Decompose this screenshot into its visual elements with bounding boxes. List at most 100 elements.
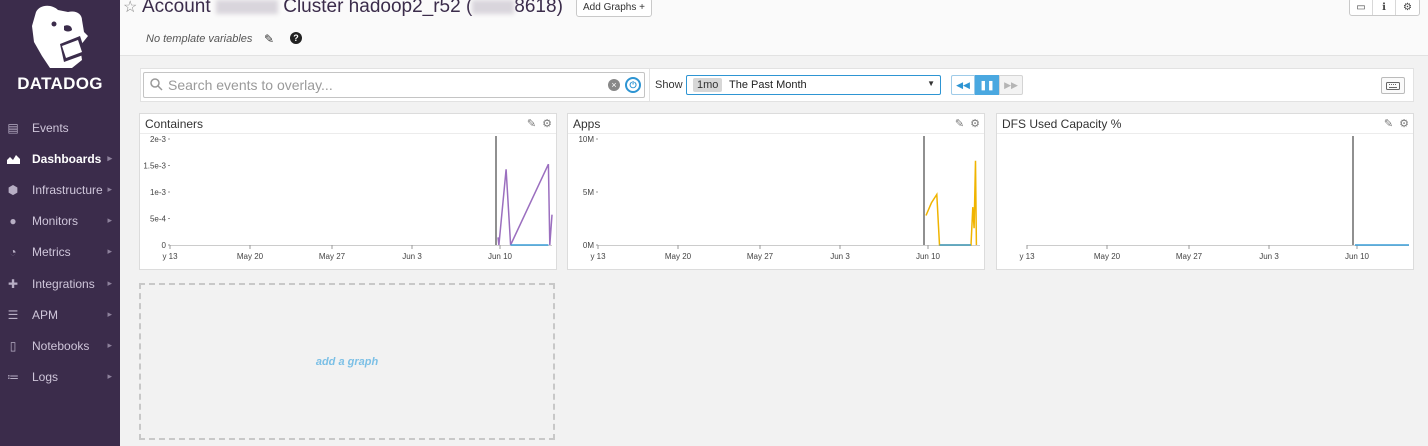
sidebar-item-label: Infrastructure: [32, 182, 103, 197]
x-tick-label: Jun 3: [830, 252, 850, 261]
power-icon[interactable]: ⏻: [625, 77, 641, 93]
x-tick-label: y 13: [590, 252, 606, 261]
pencil-icon[interactable]: ✎: [264, 32, 274, 46]
x-tick-label: May 27: [1176, 252, 1203, 261]
chevron-right-icon: ▸: [107, 340, 112, 350]
widget-title: Apps: [573, 117, 601, 131]
timeframe-select[interactable]: 1mo The Past Month ▼: [686, 75, 941, 95]
playback-controls: ◀◀ ❚❚ ▶▶: [951, 75, 1023, 95]
x-tick-label: May 27: [747, 252, 774, 261]
x-tick-label: May 27: [319, 252, 346, 261]
chevron-right-icon: ▸: [107, 309, 112, 319]
series-line: [925, 160, 978, 246]
widget-title: DFS Used Capacity %: [1002, 117, 1122, 131]
y-tick-label: 5e-4: [150, 215, 167, 224]
puzzle-icon: ✚: [7, 276, 19, 291]
pencil-icon[interactable]: ✎: [527, 117, 536, 130]
sidebar-item-infrastructure[interactable]: ⬢ Infrastructure ▸: [0, 174, 120, 205]
header-button-group: ▭ ℹ ⚙: [1349, 0, 1420, 16]
help-icon[interactable]: ?: [290, 32, 302, 44]
redacted-text: [472, 0, 515, 14]
hexagon-nodes-icon: ⬢: [7, 182, 19, 197]
add-graph-label: add a graph: [315, 355, 379, 368]
sidebar-item-integrations[interactable]: ✚ Integrations ▸: [0, 268, 120, 299]
tv-mode-button[interactable]: ▭: [1350, 0, 1373, 15]
clear-icon[interactable]: ×: [608, 79, 620, 91]
monitor-icon: ▭: [1356, 1, 1366, 13]
title-suffix: 8618): [514, 0, 563, 17]
dashboard-header: ☆ Account Cluster hadoop2_r52 (8618) Add…: [120, 0, 1428, 56]
show-label: Show: [655, 79, 683, 91]
sidebar-item-metrics[interactable]: ◔ Metrics ▸: [0, 236, 120, 267]
star-icon[interactable]: ☆: [123, 0, 137, 17]
sidebar-item-label: Events: [32, 120, 69, 135]
redacted-text: [215, 0, 278, 14]
keyboard-shortcuts-button[interactable]: [1381, 77, 1405, 94]
alert-icon: ●: [9, 213, 17, 228]
settings-button[interactable]: ⚙: [1396, 0, 1419, 15]
chevron-right-icon: ▸: [107, 215, 112, 225]
logo-text: DATADOG: [17, 74, 103, 93]
sidebar-item-monitors[interactable]: ● Monitors ▸: [0, 205, 120, 236]
caret-down-icon: ▼: [927, 79, 935, 88]
y-tick-label: 5M: [583, 188, 594, 197]
chart-apps[interactable]: 10M 5M 0M y 13 May 20 May 27 Jun 3 Jun 10: [568, 133, 984, 269]
widget-title: Containers: [145, 117, 204, 131]
x-tick-label: May 20: [1094, 252, 1121, 261]
y-tick-label: 2e-3: [150, 135, 167, 144]
x-tick-label: Jun 10: [1345, 252, 1370, 261]
events-toolbar: × ⏻ Show 1mo The Past Month ▼ ◀◀ ❚❚ ▶▶: [140, 68, 1414, 102]
sidebar-item-events[interactable]: ▤ Events: [0, 112, 120, 143]
gear-icon: ⚙: [1403, 1, 1412, 13]
pause-icon: ❚❚: [979, 79, 995, 90]
search-icon: [150, 78, 163, 91]
x-tick-label: y 13: [1019, 252, 1035, 261]
datadog-logo[interactable]: DATADOG: [0, 0, 120, 100]
gauge-icon: ◔: [9, 244, 17, 259]
widget-containers[interactable]: Containers ✎ ⚙ 2e-3 1.5e-3 1e-3 5e-4 0 y 13 May…: [139, 113, 557, 270]
apm-icon: ☰: [7, 307, 19, 322]
gear-icon[interactable]: ⚙: [1399, 117, 1409, 130]
y-tick-label: 10M: [578, 135, 594, 144]
notebook-icon: ▯: [9, 338, 17, 353]
rewind-button[interactable]: ◀◀: [951, 75, 975, 95]
search-box: × ⏻: [143, 72, 645, 98]
list-icon: ▤: [7, 120, 19, 135]
sidebar: DATADOG ▤ Events Dashboards ▸ ⬢ Infrastr…: [0, 0, 120, 446]
y-tick-label: 0M: [583, 241, 594, 250]
info-icon: ℹ: [1382, 1, 1386, 13]
sidebar-item-logs[interactable]: ≔ Logs ▸: [0, 361, 120, 392]
sidebar-item-notebooks[interactable]: ▯ Notebooks ▸: [0, 330, 120, 361]
sidebar-item-dashboards[interactable]: Dashboards ▸: [0, 143, 120, 174]
add-graphs-button[interactable]: Add Graphs +: [576, 0, 652, 17]
sidebar-item-apm[interactable]: ☰ APM ▸: [0, 299, 120, 330]
chevron-right-icon: ▸: [107, 153, 112, 163]
pencil-icon[interactable]: ✎: [955, 117, 964, 130]
gear-icon[interactable]: ⚙: [542, 117, 552, 130]
gear-icon[interactable]: ⚙: [970, 117, 980, 130]
page-title[interactable]: Account Cluster hadoop2_r52 (8618): [142, 0, 563, 18]
x-tick-label: May 20: [237, 252, 264, 261]
title-middle: Cluster hadoop2_r52 (: [283, 0, 473, 17]
toolbar-divider: [649, 69, 650, 101]
info-button[interactable]: ℹ: [1373, 0, 1396, 15]
widget-apps[interactable]: Apps ✎ ⚙ 10M 5M 0M y 13 May 20 May 27 Jun 3 Jun …: [567, 113, 985, 270]
search-input[interactable]: [168, 75, 608, 95]
template-variables-text: No template variables: [146, 33, 253, 45]
pause-button[interactable]: ❚❚: [975, 75, 999, 95]
area-chart-icon: [0, 154, 26, 164]
y-tick-label: 0: [162, 241, 167, 250]
series-line: [497, 163, 553, 246]
forward-button[interactable]: ▶▶: [999, 75, 1023, 95]
y-tick-label: 1e-3: [150, 188, 167, 197]
chart-dfs-used-capacity[interactable]: y 13 May 20 May 27 Jun 3 Jun 10: [997, 133, 1413, 269]
widget-dfs-used-capacity[interactable]: DFS Used Capacity % ✎ ⚙ y 13 May 20 May 27 J…: [996, 113, 1414, 270]
timeframe-pill: 1mo: [693, 78, 723, 92]
add-graph-placeholder[interactable]: add a graph: [139, 283, 555, 440]
x-tick-label: Jun 10: [916, 252, 941, 261]
chevron-right-icon: ▸: [107, 278, 112, 288]
pencil-icon[interactable]: ✎: [1384, 117, 1393, 130]
dog-logo-icon: [32, 5, 88, 69]
keyboard-icon: [1386, 81, 1400, 90]
chart-containers[interactable]: 2e-3 1.5e-3 1e-3 5e-4 0 y 13 May 20 May 27 Jun 3…: [140, 133, 556, 269]
